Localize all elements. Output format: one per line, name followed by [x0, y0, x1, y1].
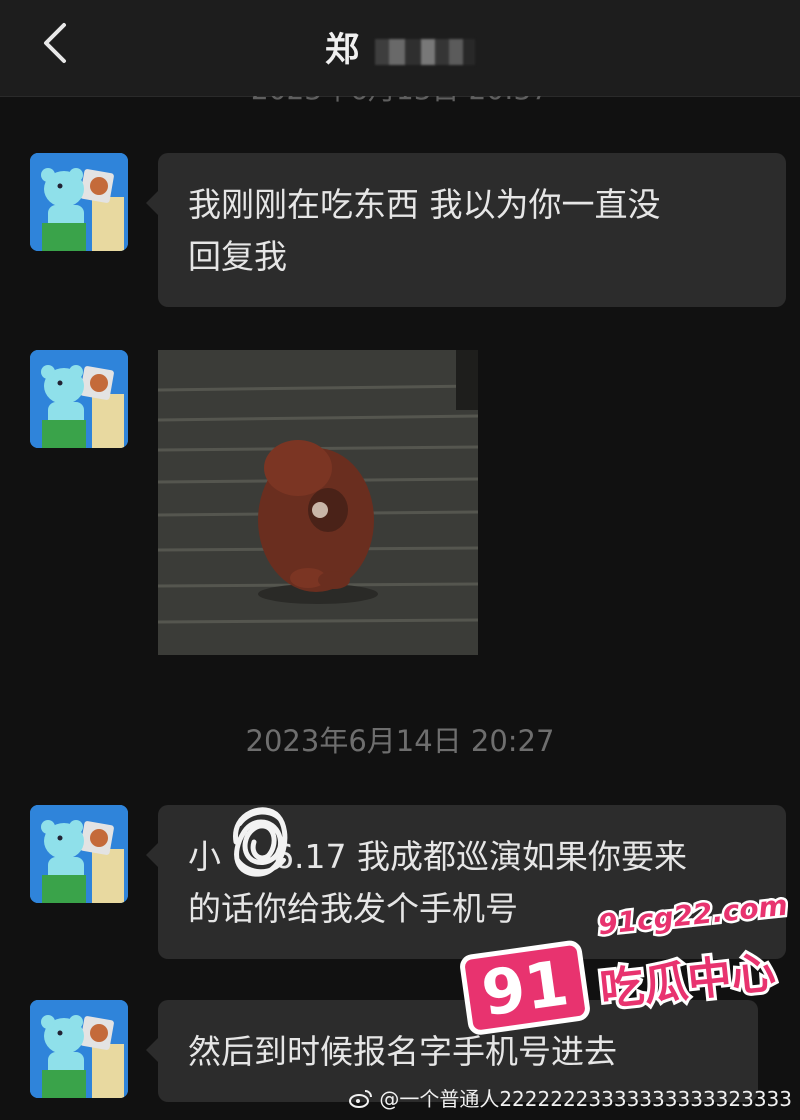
weibo-icon	[349, 1089, 373, 1108]
avatar[interactable]	[30, 153, 128, 251]
contact-name: 郑	[325, 30, 361, 70]
message-text-line: 我刚刚在吃东西 我以为你一直没	[188, 185, 661, 224]
avatar[interactable]	[30, 350, 128, 448]
avatar[interactable]	[30, 805, 128, 903]
watermark-slogan: 吃瓜中心	[598, 947, 778, 1016]
footer-credit-text: @一个普通人22222223333333333323333	[379, 1087, 792, 1111]
chat-header: 郑	[0, 0, 800, 97]
bear-avatar-icon	[30, 805, 128, 903]
watermark-badge: 91	[477, 946, 573, 1030]
orangutan-image	[158, 350, 478, 655]
bear-avatar-icon	[30, 1000, 128, 1098]
message-bubble[interactable]: 我刚刚在吃东西 我以为你一直没 回复我	[146, 153, 786, 307]
avatar[interactable]	[30, 1000, 128, 1098]
watermark-domain: 91cg22.com	[597, 889, 788, 942]
message-text-line: 回复我	[188, 237, 287, 276]
footer-credit: @一个普通人22222223333333333323333	[349, 1083, 792, 1112]
timestamp: 2023年6月14日 20:27	[245, 724, 555, 758]
scribble-redaction-icon	[233, 807, 288, 877]
timestamp-faded: 2023年6月13日 20:37	[0, 96, 800, 108]
watermark-logo: 91cg22.com 91 吃瓜中心	[460, 886, 792, 1035]
site-watermark: 91cg22.com 91 吃瓜中心	[458, 886, 792, 1038]
bear-avatar-icon	[30, 350, 128, 448]
chat-title: 郑	[0, 22, 800, 71]
image-message[interactable]	[158, 350, 478, 655]
bear-avatar-icon	[30, 153, 128, 251]
censored-name	[375, 38, 475, 65]
